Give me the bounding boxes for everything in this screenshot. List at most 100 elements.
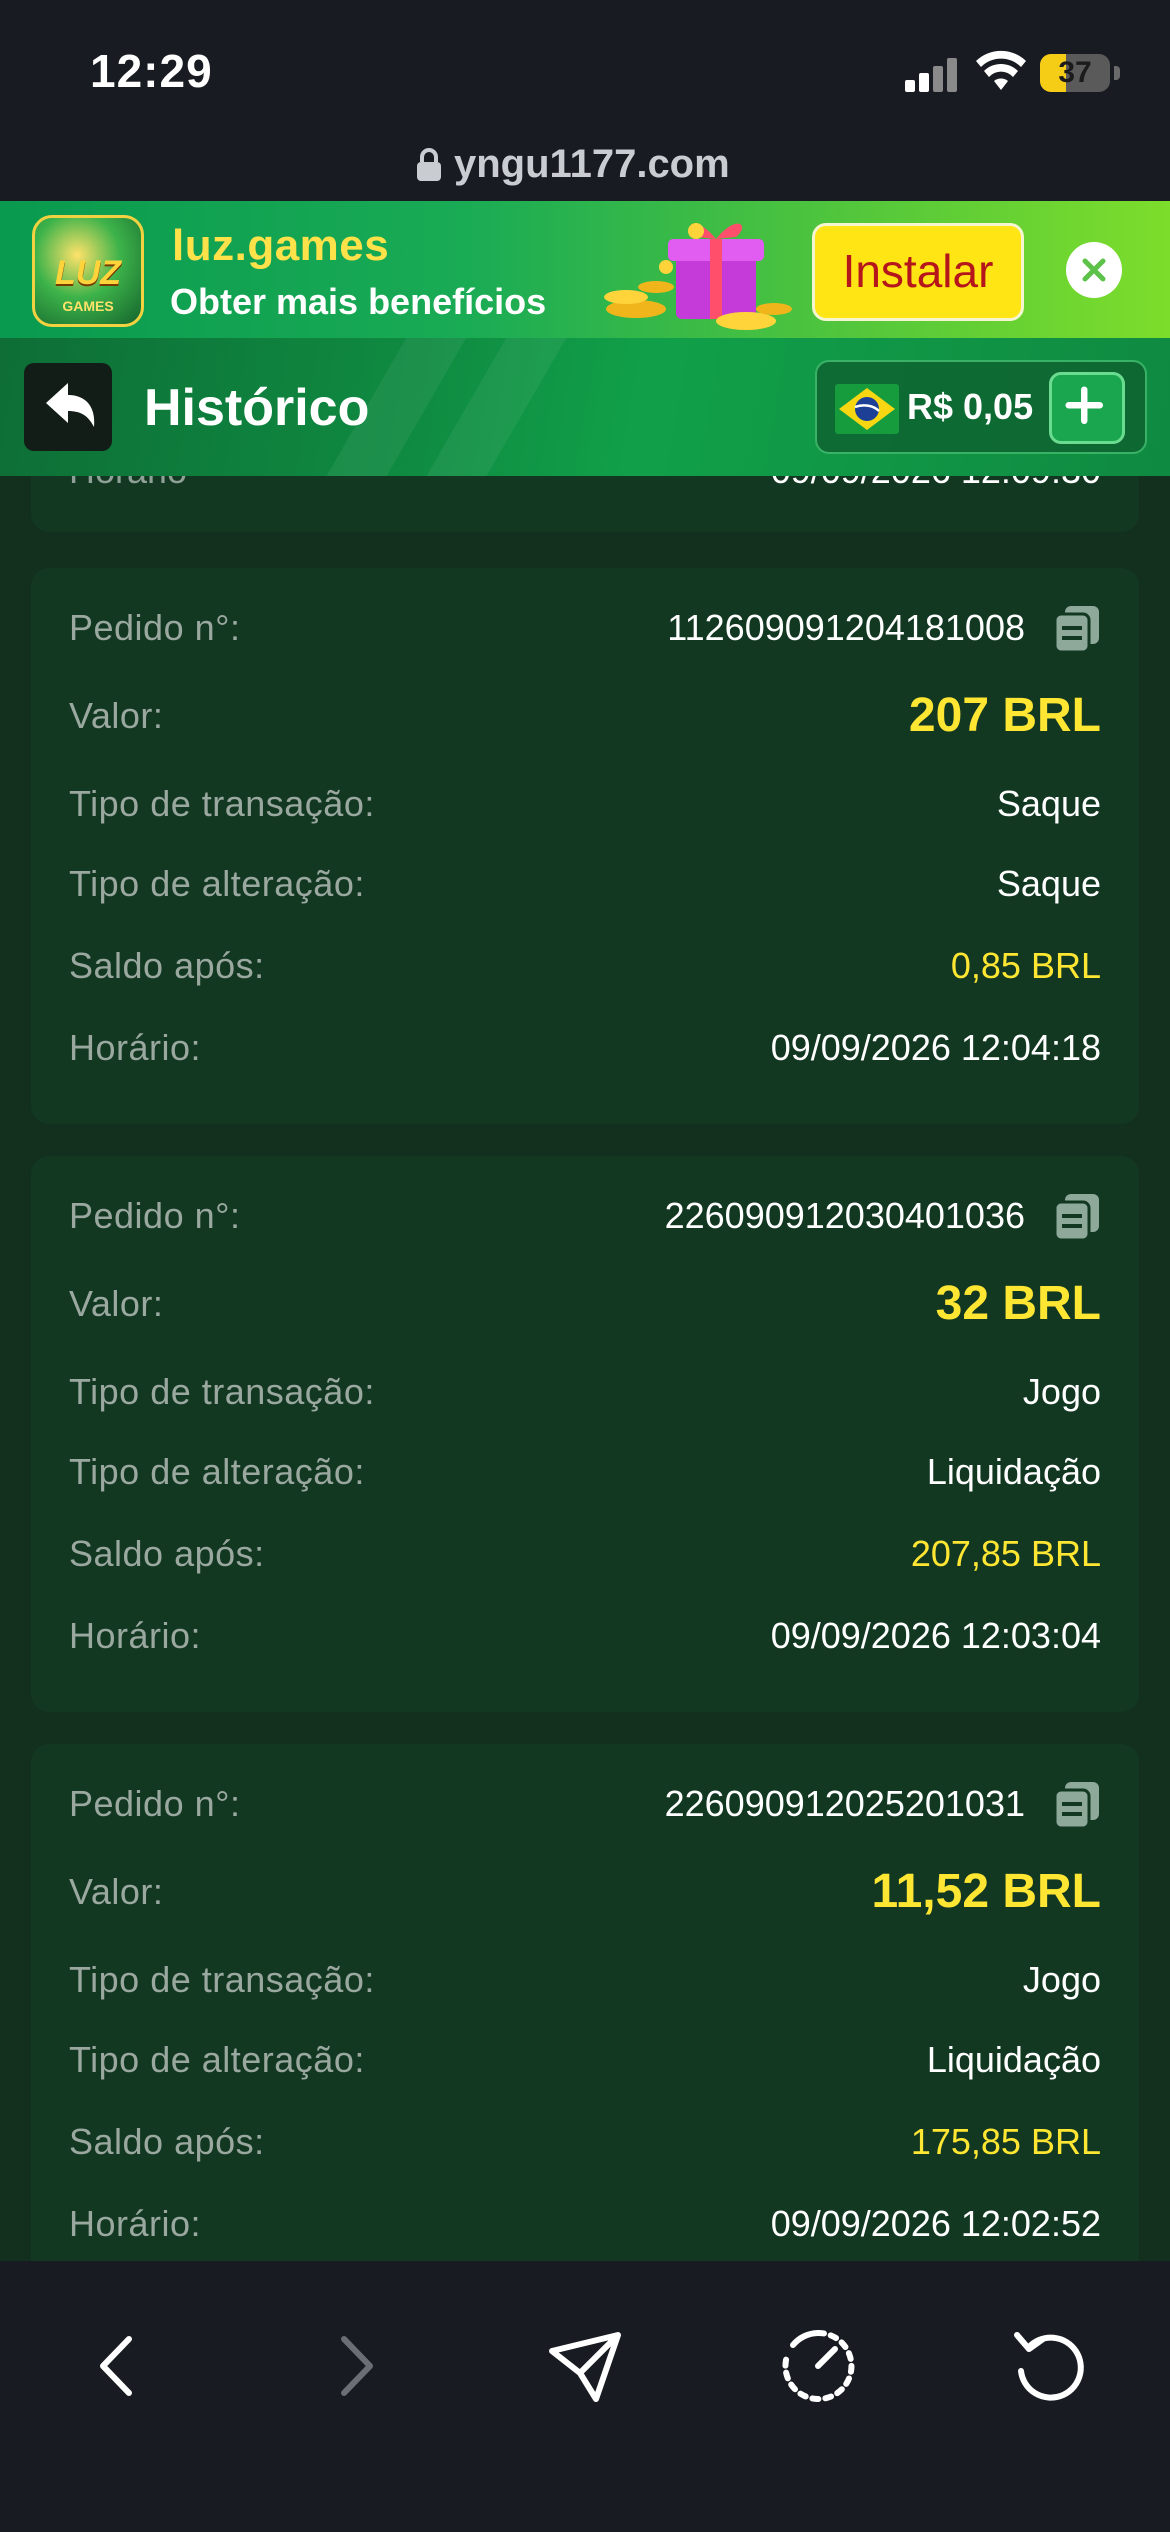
transaction-type-row: Tipo de transação: Saque (69, 774, 1101, 834)
change-type-value: Liquidação (926, 2039, 1101, 2080)
transaction-card: Pedido n°: 226090912030401036 Valor: 32 BRL… (31, 1156, 1139, 1712)
change-type-row: Tipo de alteração: Liquidação (69, 2030, 1101, 2090)
change-type-row: Tipo de alteração: Saque (69, 854, 1101, 914)
plus-icon (1065, 386, 1104, 425)
balance-after-value: 0,85 BRL (950, 945, 1101, 986)
speed-button[interactable] (773, 2321, 863, 2411)
order-number-label: Pedido n°: (69, 1783, 241, 1824)
reload-icon (1014, 2332, 1084, 2401)
status-bar: 12:29 37 (0, 0, 1170, 140)
time-value: 09/09/2026 12:04:18 (770, 1027, 1101, 1068)
time-value: 09/09/2026 12:03:04 (770, 1615, 1101, 1656)
change-type-label: Tipo de alteração: (69, 2039, 365, 2080)
amount-value: 32 BRL (935, 1277, 1101, 1330)
time-row: Horário: 09/09/2026 12:03:04 (69, 1606, 1101, 1666)
banner-close-button[interactable] (1066, 242, 1122, 298)
install-banner: LUZ GAMES luz.games Obter mais benefício… (0, 201, 1170, 338)
gift-coins-icon (604, 223, 792, 330)
order-number-value: 112609091204181008 (667, 607, 1025, 648)
balance-pill[interactable]: R$ 0,05 (815, 360, 1147, 454)
banner-subtitle: Obter mais benefícios (170, 281, 547, 322)
app-logo-text: LUZ (54, 254, 122, 292)
url-text[interactable]: yngu1177.com (454, 140, 730, 188)
time-value: 09/09/2026 12:09:30 (771, 476, 1101, 492)
time-label: Horário (69, 476, 187, 492)
install-button[interactable]: Instalar (812, 223, 1024, 321)
copy-icon[interactable] (1053, 1780, 1101, 1830)
order-number-value: 226090912030401036 (664, 1195, 1025, 1236)
deposit-button[interactable] (1049, 372, 1125, 444)
transaction-card: Pedido n°: 226090912025201031 Valor: 11,52 … (31, 1744, 1139, 2261)
transaction-type-label: Tipo de transação: (69, 783, 375, 824)
balance-after-value: 175,85 BRL (910, 2121, 1101, 2162)
change-type-value: Saque (996, 863, 1101, 904)
balance-after-value: 207,85 BRL (910, 1533, 1101, 1574)
order-number-value: 226090912025201031 (664, 1783, 1025, 1824)
amount-row: Valor: 32 BRL (69, 1274, 1101, 1334)
time-label: Horário: (69, 1615, 202, 1656)
amount-value: 207 BRL (908, 689, 1101, 742)
transaction-type-row: Tipo de transação: Jogo (69, 1362, 1101, 1422)
app-logo: LUZ GAMES (32, 215, 144, 327)
transaction-type-row: Tipo de transação: Jogo (69, 1950, 1101, 2010)
browser-back-button[interactable] (75, 2321, 165, 2411)
order-number-row: Pedido n°: 226090912025201031 (69, 1774, 1101, 1834)
transaction-type-label: Tipo de transação: (69, 1371, 375, 1412)
back-arrow-icon (46, 383, 95, 427)
page-title: Histórico (144, 379, 370, 437)
battery-percent: 37 (1058, 56, 1092, 89)
balance-after-row: Saldo após: 175,85 BRL (69, 2112, 1101, 2172)
transaction-type-value: Jogo (1022, 1959, 1101, 2000)
wifi-icon (976, 50, 1026, 90)
transaction-type-label: Tipo de transação: (69, 1959, 375, 2000)
amount-label: Valor: (69, 1871, 164, 1912)
back-button[interactable] (24, 363, 112, 451)
close-icon (1082, 258, 1106, 282)
change-type-value: Liquidação (926, 1451, 1101, 1492)
time-row: Horário: 09/09/2026 12:02:52 (69, 2194, 1101, 2254)
transaction-type-value: Saque (996, 783, 1101, 824)
send-icon (549, 2332, 621, 2402)
battery-icon: 37 (1040, 54, 1110, 92)
app-logo-caption: GAMES (62, 298, 114, 314)
copy-icon[interactable] (1053, 1192, 1101, 1242)
time-label: Horário: (69, 1027, 202, 1068)
time-row: Horário: 09/09/2026 12:04:18 (69, 1018, 1101, 1078)
transaction-list[interactable]: Horário 09/09/2026 12:09:30 Pedido n°: 11… (0, 476, 1170, 2261)
order-number-row: Pedido n°: 226090912030401036 (69, 1186, 1101, 1246)
time-label: Horário: (69, 2203, 202, 2244)
balance-after-row: Saldo após: 0,85 BRL (69, 936, 1101, 996)
order-number-label: Pedido n°: (69, 607, 241, 648)
transaction-type-value: Jogo (1022, 1371, 1101, 1412)
status-time: 12:29 (90, 45, 213, 97)
battery-nub (1114, 66, 1120, 80)
amount-row: Valor: 207 BRL (69, 686, 1101, 746)
brazil-flag-icon (835, 384, 899, 434)
transaction-card: Horário 09/09/2026 12:09:30 (31, 476, 1139, 532)
balance-amount: R$ 0,05 (907, 386, 1034, 427)
browser-toolbar (0, 2261, 1170, 2532)
url-bar[interactable]: yngu1177.com (0, 140, 1170, 202)
change-type-label: Tipo de alteração: (69, 863, 365, 904)
reload-button[interactable] (1005, 2321, 1095, 2411)
amount-value: 11,52 BRL (871, 1865, 1101, 1918)
share-button[interactable] (540, 2321, 630, 2411)
lock-icon (417, 148, 441, 181)
cellular-signal-icon (905, 58, 959, 92)
forward-icon (341, 2336, 373, 2396)
order-number-row: Pedido n°: 112609091204181008 (69, 598, 1101, 658)
browser-forward-button[interactable] (308, 2321, 398, 2411)
amount-label: Valor: (69, 695, 164, 736)
back-icon (100, 2336, 132, 2396)
change-type-row: Tipo de alteração: Liquidação (69, 1442, 1101, 1502)
amount-label: Valor: (69, 1283, 164, 1324)
speed-icon (782, 2329, 855, 2402)
banner-app-name: luz.games (172, 221, 390, 270)
copy-icon[interactable] (1053, 604, 1101, 654)
balance-after-row: Saldo após: 207,85 BRL (69, 1524, 1101, 1584)
page-header: Histórico R$ 0,05 (0, 338, 1170, 476)
order-number-label: Pedido n°: (69, 1195, 241, 1236)
balance-after-label: Saldo após: (69, 945, 265, 986)
balance-after-label: Saldo após: (69, 1533, 265, 1574)
balance-after-label: Saldo após: (69, 2121, 265, 2162)
